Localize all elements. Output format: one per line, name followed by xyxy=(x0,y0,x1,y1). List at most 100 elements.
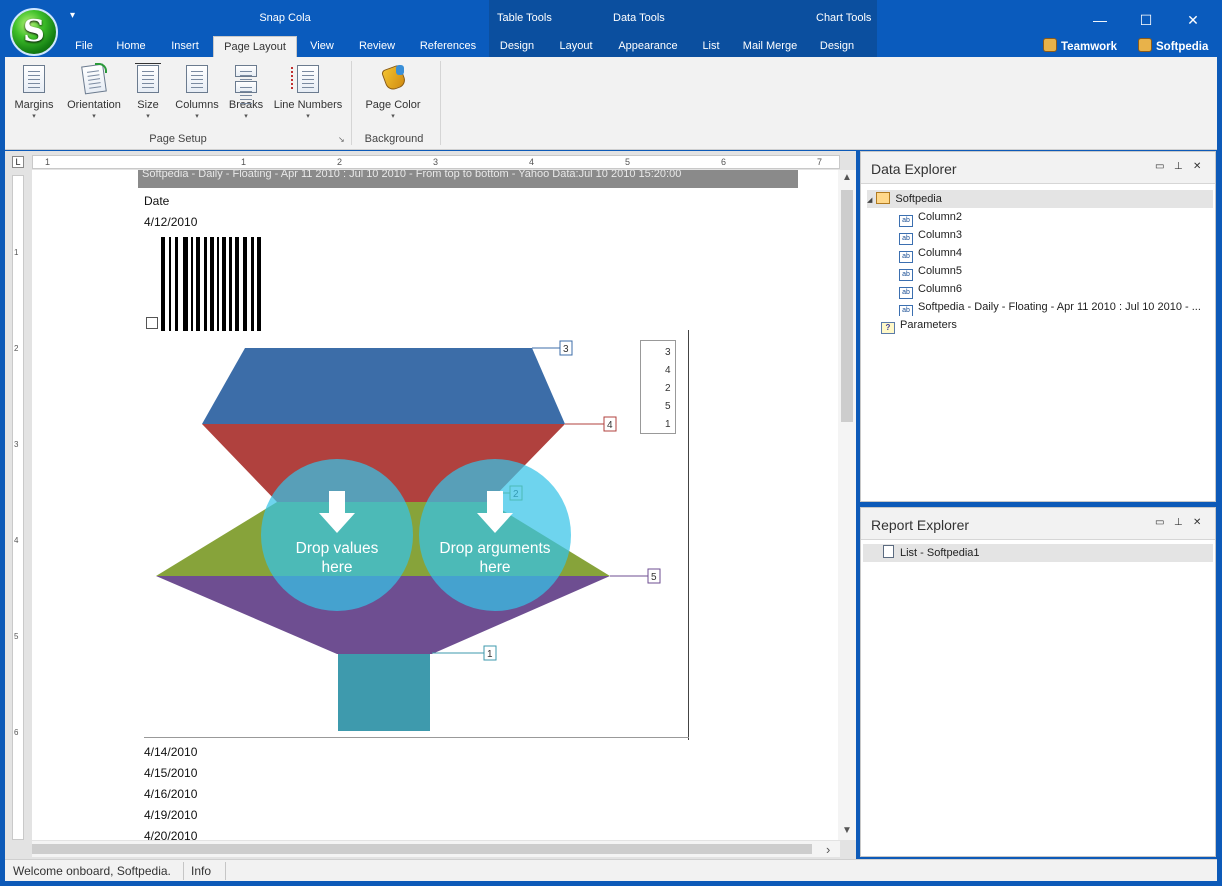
close-button[interactable]: ✕ xyxy=(1178,10,1208,30)
scroll-up-icon[interactable]: ▲ xyxy=(842,172,852,183)
funnel-label-3: 3 xyxy=(563,344,569,355)
tree-item-column6[interactable]: ab Column6 xyxy=(899,280,963,299)
close-icon[interactable]: ✕ xyxy=(1193,161,1201,172)
tab-insert[interactable]: Insert xyxy=(164,36,206,57)
size-icon xyxy=(135,63,161,95)
tree-item-parameters[interactable]: ? Parameters xyxy=(881,316,957,334)
size-button[interactable]: Size ▾ xyxy=(133,63,163,120)
funnel-segment-1[interactable] xyxy=(338,654,430,731)
drop-values-zone[interactable]: Drop values here xyxy=(261,459,413,611)
tab-list[interactable]: List xyxy=(696,36,726,57)
report-explorer-header: Report Explorer ▭ ⊥ ✕ xyxy=(861,508,1215,540)
tab-view[interactable]: View xyxy=(303,36,341,57)
tab-references[interactable]: References xyxy=(414,36,482,57)
vertical-ruler[interactable]: 1 2 3 4 5 6 xyxy=(12,175,24,840)
tab-appearance[interactable]: Appearance xyxy=(612,36,684,57)
vertical-scroll-thumb[interactable] xyxy=(841,190,853,422)
ruler-number: 6 xyxy=(721,157,727,167)
orientation-caret-icon: ▾ xyxy=(92,113,96,120)
context-group-table-tools: Table Tools xyxy=(497,12,552,24)
scroll-down-icon[interactable]: ▼ xyxy=(842,825,852,836)
funnel-label-5: 5 xyxy=(651,572,657,583)
date-cell: 4/16/2010 xyxy=(144,787,198,801)
breaks-icon xyxy=(233,63,259,95)
horizontal-scrollbar[interactable]: › xyxy=(32,841,840,857)
drop-arguments-text: Drop arguments here xyxy=(439,540,551,576)
app-window: S ▾ Snap Cola Table Tools Data Tools Cha… xyxy=(0,0,1222,886)
tree-item-label: Column3 xyxy=(918,229,963,241)
date-cell: 4/19/2010 xyxy=(144,808,198,822)
minimize-button[interactable]: — xyxy=(1085,10,1115,30)
report-item-list[interactable]: List - Softpedia1 xyxy=(863,544,1213,562)
columns-icon xyxy=(184,63,210,95)
columns-button[interactable]: Columns ▾ xyxy=(174,63,220,120)
tab-mail-merge[interactable]: Mail Merge xyxy=(738,36,802,57)
tab-page-layout[interactable]: Page Layout xyxy=(213,36,297,57)
window-icon[interactable]: ▭ xyxy=(1155,517,1164,528)
data-explorer-header: Data Explorer ▭ ⊥ ✕ xyxy=(861,152,1215,184)
page-setup-launcher-icon[interactable]: ↘ xyxy=(338,135,345,144)
funnel-segment-3[interactable] xyxy=(202,348,565,424)
chart-border xyxy=(688,330,689,740)
horizontal-ruler[interactable]: 1 1 2 3 4 5 6 7 xyxy=(32,155,840,169)
row-checkbox[interactable] xyxy=(146,317,158,329)
pin-icon[interactable]: ⊥ xyxy=(1174,517,1183,528)
close-icon[interactable]: ✕ xyxy=(1193,517,1201,528)
legend-item-4[interactable]: 4 xyxy=(643,363,675,379)
margins-button[interactable]: Margins ▾ xyxy=(11,63,57,120)
tree-item-series[interactable]: ab Softpedia - Daily - Floating - Apr 11 … xyxy=(899,298,1211,316)
teamwork-link[interactable]: Teamwork xyxy=(1043,38,1117,53)
maximize-button[interactable]: ☐ xyxy=(1131,10,1161,30)
ribbon: Margins ▾ Orientation ▾ Size ▾ Columns ▾… xyxy=(5,57,1217,150)
line-numbers-caret-icon: ▾ xyxy=(306,113,310,120)
tab-table-design[interactable]: Design xyxy=(494,36,540,57)
title-bar: S ▾ Snap Cola Table Tools Data Tools Cha… xyxy=(0,0,1222,57)
orientation-button[interactable]: Orientation ▾ xyxy=(62,63,126,120)
status-bar: Welcome onboard, Softpedia. Info xyxy=(5,859,1217,881)
drop-values-text: Drop values here xyxy=(295,540,379,576)
tab-review[interactable]: Review xyxy=(352,36,402,57)
expander-icon[interactable]: ◢ xyxy=(867,197,872,204)
breaks-caret-icon: ▾ xyxy=(244,113,248,120)
drop-arguments-zone[interactable]: Drop arguments here xyxy=(419,459,571,611)
window-icon[interactable]: ▭ xyxy=(1155,161,1164,172)
horizontal-scroll-thumb[interactable] xyxy=(32,844,812,854)
chart-legend[interactable]: 3 4 2 5 1 xyxy=(640,340,676,434)
size-label: Size xyxy=(137,99,159,111)
tab-chart-design[interactable]: Design xyxy=(814,36,860,57)
chart-border xyxy=(144,737,689,738)
report-page[interactable]: Softpedia - Daily - Floating - Apr 11 20… xyxy=(32,170,838,840)
page-color-button[interactable]: Page Color ▾ xyxy=(363,63,423,120)
line-numbers-button[interactable]: Line Numbers ▾ xyxy=(273,63,343,120)
tree-item-column5[interactable]: ab Column5 xyxy=(899,262,962,281)
legend-label: 1 xyxy=(665,419,671,430)
tree-item-column3[interactable]: ab Column3 xyxy=(899,226,963,245)
tab-file[interactable]: File xyxy=(68,36,100,57)
field-icon: ab xyxy=(899,305,913,316)
tree-item-label: Column6 xyxy=(918,283,963,295)
user-link[interactable]: Softpedia xyxy=(1138,38,1208,53)
ruler-number: 5 xyxy=(14,632,19,641)
legend-item-2[interactable]: 2 xyxy=(643,381,675,397)
breaks-button[interactable]: Breaks ▾ xyxy=(227,63,265,120)
ruler-number: 1 xyxy=(241,157,247,167)
status-info[interactable]: Info xyxy=(191,864,211,878)
legend-item-3[interactable]: 3 xyxy=(643,345,675,361)
tree-item-column4[interactable]: ab Column4 xyxy=(899,244,962,263)
tree-item-softpedia[interactable]: ◢ Softpedia xyxy=(867,190,1213,208)
tab-home[interactable]: Home xyxy=(112,36,150,57)
legend-item-5[interactable]: 5 xyxy=(643,399,675,415)
tree-item-column2[interactable]: ab Column2 xyxy=(899,208,962,227)
legend-item-1[interactable]: 1 xyxy=(643,417,675,433)
scroll-right-icon[interactable]: › xyxy=(826,842,830,857)
vertical-scrollbar[interactable]: ▲ ▼ xyxy=(838,170,856,840)
pin-icon[interactable]: ⊥ xyxy=(1174,161,1183,172)
tab-table-layout[interactable]: Layout xyxy=(553,36,599,57)
ruler-number: 4 xyxy=(529,157,535,167)
funnel-label-1: 1 xyxy=(487,649,493,660)
funnel-label-4: 4 xyxy=(607,420,613,431)
ruler-number: 3 xyxy=(433,157,439,167)
tab-stop-selector[interactable]: L xyxy=(12,156,24,168)
ruler-number: 1 xyxy=(14,248,19,257)
page-header-band: Softpedia - Daily - Floating - Apr 11 20… xyxy=(138,170,798,188)
